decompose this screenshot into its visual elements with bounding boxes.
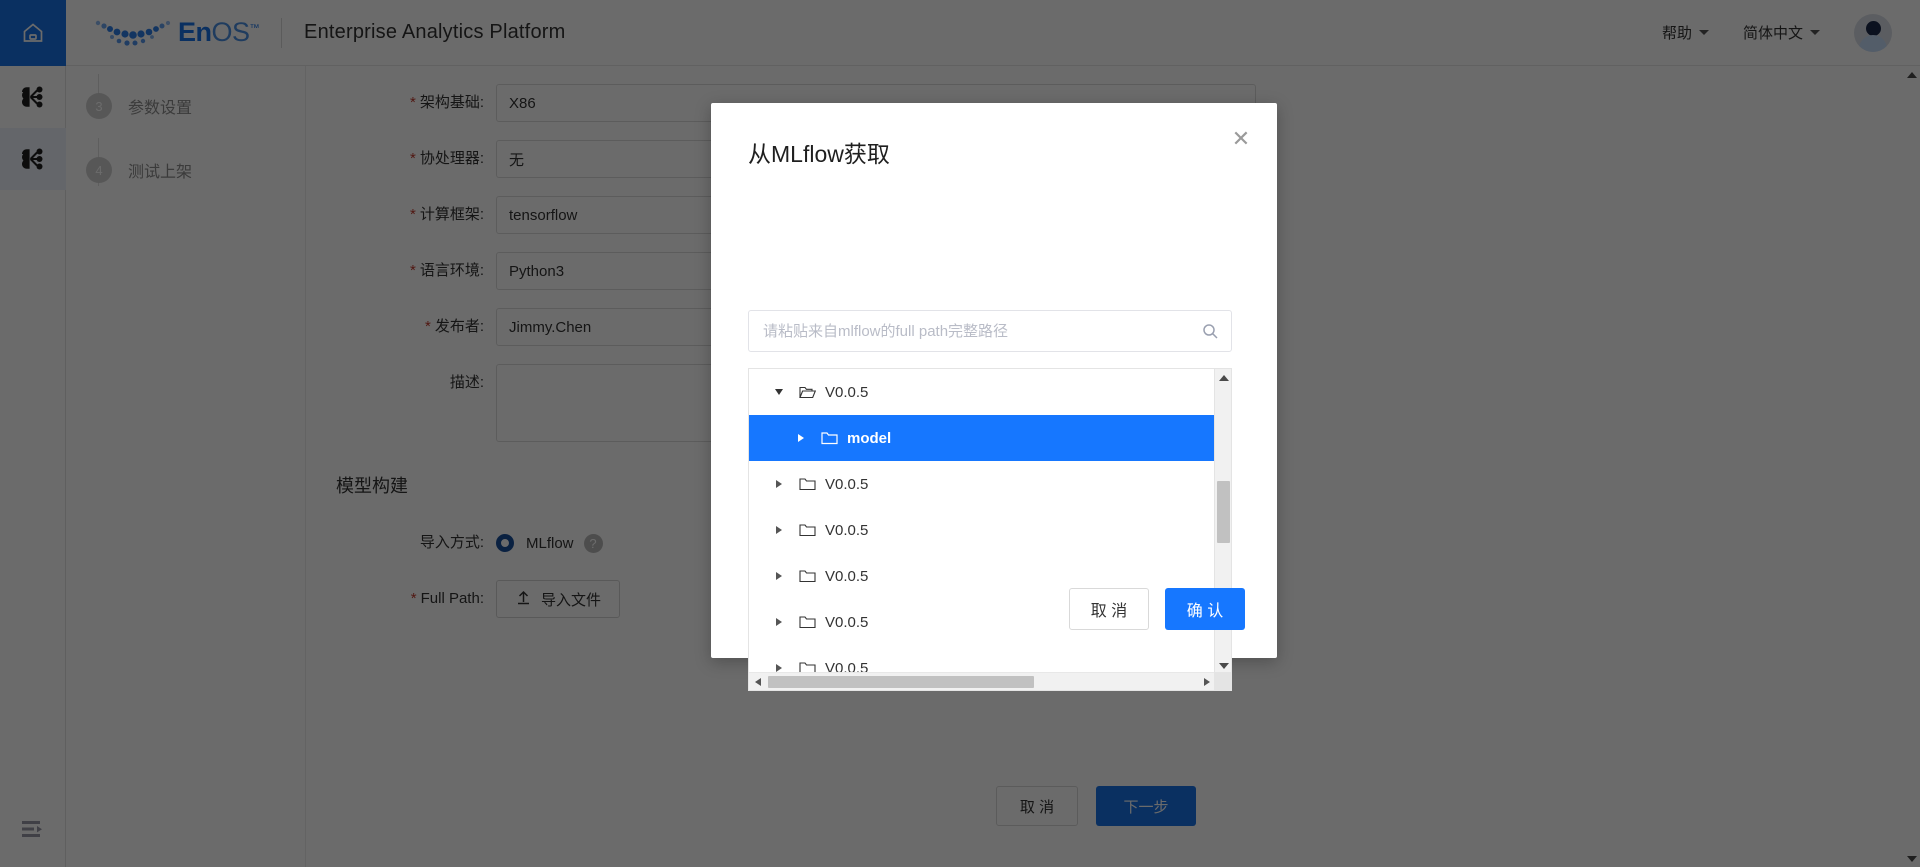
folder-icon xyxy=(799,615,816,629)
mlflow-file-tree: V0.0.5 model V0.0.5 V0.0.5 V0.0.5 V0.0.5… xyxy=(748,368,1232,691)
tree-row-label: V0.0.5 xyxy=(825,521,869,539)
search-input[interactable] xyxy=(749,311,1189,351)
page-scrollbar[interactable] xyxy=(1903,66,1920,867)
tree-scroll-left-arrow[interactable] xyxy=(749,673,766,690)
tree-scroll-thumb[interactable] xyxy=(1217,481,1230,543)
folder-icon xyxy=(821,431,838,445)
chevron-right-icon[interactable] xyxy=(791,434,811,442)
tree-scroll-up-arrow[interactable] xyxy=(1215,369,1231,386)
tree-row-label: V0.0.5 xyxy=(825,475,869,493)
folder-open-icon xyxy=(799,385,816,399)
chevron-right-icon[interactable] xyxy=(769,572,789,580)
tree-row[interactable]: V0.0.5 xyxy=(749,369,1215,415)
mlflow-path-search xyxy=(748,310,1232,352)
modal-title: 从MLflow获取 xyxy=(748,141,890,167)
modal-cancel-button[interactable]: 取 消 xyxy=(1069,588,1149,630)
scrollbar-corner xyxy=(1214,672,1231,690)
page-scroll-up-arrow[interactable] xyxy=(1903,66,1920,83)
modal-actions: 取 消 确 认 xyxy=(1069,588,1245,630)
chevron-right-icon[interactable] xyxy=(769,664,789,672)
tree-scroll-right-arrow[interactable] xyxy=(1198,673,1215,690)
app-root: EnOS™ Enterprise Analytics Platform 帮助 简… xyxy=(0,0,1920,867)
tree-row[interactable]: model xyxy=(749,415,1215,461)
tree-row[interactable]: V0.0.5 xyxy=(749,645,1215,674)
folder-icon xyxy=(799,523,816,537)
tree-row-label: V0.0.5 xyxy=(825,383,869,401)
folder-icon xyxy=(799,477,816,491)
tree-row[interactable]: V0.0.5 xyxy=(749,507,1215,553)
chevron-right-icon[interactable] xyxy=(769,618,789,626)
tree-horizontal-scrollbar[interactable] xyxy=(749,672,1215,690)
tree-hscroll-thumb[interactable] xyxy=(768,676,1034,688)
folder-icon xyxy=(799,569,816,583)
close-icon[interactable]: ✕ xyxy=(1227,125,1255,153)
modal-confirm-button[interactable]: 确 认 xyxy=(1165,588,1245,630)
tree-row-label: V0.0.5 xyxy=(825,613,869,631)
chevron-down-icon[interactable] xyxy=(769,389,789,395)
tree-row-label: V0.0.5 xyxy=(825,567,869,585)
tree-row[interactable]: V0.0.5 xyxy=(749,461,1215,507)
page-scroll-down-arrow[interactable] xyxy=(1903,850,1920,867)
tree-row-label: model xyxy=(847,429,892,447)
mlflow-modal: 从MLflow获取 ✕ V0.0.5 xyxy=(711,103,1277,691)
chevron-right-icon[interactable] xyxy=(769,480,789,488)
search-icon[interactable] xyxy=(1189,323,1231,340)
chevron-right-icon[interactable] xyxy=(769,526,789,534)
